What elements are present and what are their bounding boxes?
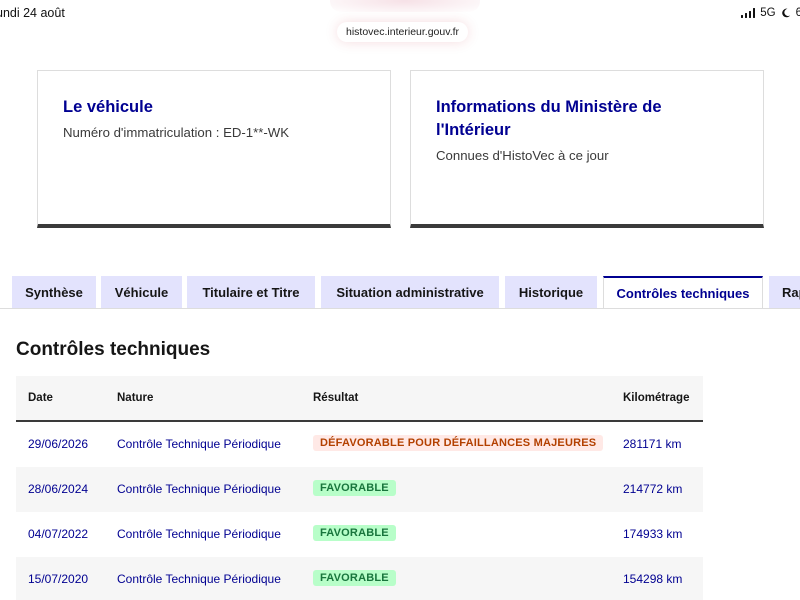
- header-result: Résultat: [313, 392, 359, 404]
- ministry-card-desc: Connues d'HistoVec à ce jour: [436, 148, 609, 163]
- row-nature: Contrôle Technique Périodique: [117, 527, 281, 541]
- table-row: 29/06/2026 Contrôle Technique Périodique…: [16, 422, 703, 467]
- signal-icon: [740, 8, 756, 18]
- battery-label: 6: [795, 7, 800, 19]
- browser-toolbar-glow: [330, 0, 480, 12]
- row-nature: Contrôle Technique Périodique: [117, 572, 281, 586]
- table-row: 28/06/2024 Contrôle Technique Périodique…: [16, 467, 703, 512]
- row-km: 154298 km: [623, 572, 683, 586]
- row-km: 214772 km: [623, 482, 683, 496]
- technical-inspection-table: Date Nature Résultat Kilométrage 29/06/2…: [16, 376, 703, 600]
- tab-controles-techniques[interactable]: Contrôles techniques: [603, 276, 763, 309]
- header-date: Date: [28, 392, 53, 404]
- row-km: 174933 km: [623, 527, 683, 541]
- status-date: undi 24 août: [0, 6, 65, 20]
- table-row: 04/07/2022 Contrôle Technique Périodique…: [16, 512, 703, 557]
- vehicle-card-desc: Numéro d'immatriculation : ED-1**-WK: [63, 125, 290, 140]
- vehicle-card: Le véhicule Numéro d'immatriculation : E…: [37, 70, 391, 228]
- header-km: Kilométrage: [623, 392, 690, 404]
- tab-list: Synthèse Véhicule Titulaire et Titre Sit…: [0, 276, 800, 309]
- ministry-card: Informations du Ministère de l'Intérieur…: [410, 70, 764, 228]
- row-date: 28/06/2024: [28, 482, 89, 496]
- tab-historique[interactable]: Historique: [505, 276, 597, 308]
- row-nature: Contrôle Technique Périodique: [117, 437, 281, 451]
- tab-titulaire[interactable]: Titulaire et Titre: [187, 276, 315, 308]
- row-km: 281171 km: [623, 437, 682, 451]
- tab-synthese[interactable]: Synthèse: [12, 276, 96, 308]
- header-nature: Nature: [117, 392, 154, 404]
- ministry-card-title: Informations du Ministère de l'Intérieur: [436, 98, 662, 139]
- row-date: 15/07/2020: [28, 572, 89, 586]
- row-date: 04/07/2022: [28, 527, 89, 541]
- result-badge: FAVORABLE: [313, 570, 396, 586]
- network-label: 5G: [760, 7, 776, 19]
- table-row: 15/07/2020 Contrôle Technique Périodique…: [16, 557, 703, 600]
- moon-icon: [781, 8, 790, 18]
- status-indicators: 5G 6: [740, 7, 800, 19]
- row-nature: Contrôle Technique Périodique: [117, 482, 281, 496]
- vehicle-card-title: Le véhicule: [63, 98, 153, 116]
- tab-rapport[interactable]: Rap: [769, 276, 800, 308]
- url-bar[interactable]: histovec.interieur.gouv.fr: [337, 22, 469, 42]
- row-date: 29/06/2026: [28, 437, 89, 451]
- result-badge: FAVORABLE: [313, 480, 396, 496]
- tab-situation-administrative[interactable]: Situation administrative: [321, 276, 499, 308]
- table-header: Date Nature Résultat Kilométrage: [16, 376, 703, 422]
- tab-vehicule[interactable]: Véhicule: [101, 276, 182, 308]
- result-badge: DÉFAVORABLE POUR DÉFAILLANCES MAJEURES: [313, 435, 604, 451]
- section-title: Contrôles techniques: [16, 339, 211, 360]
- result-badge: FAVORABLE: [313, 525, 396, 541]
